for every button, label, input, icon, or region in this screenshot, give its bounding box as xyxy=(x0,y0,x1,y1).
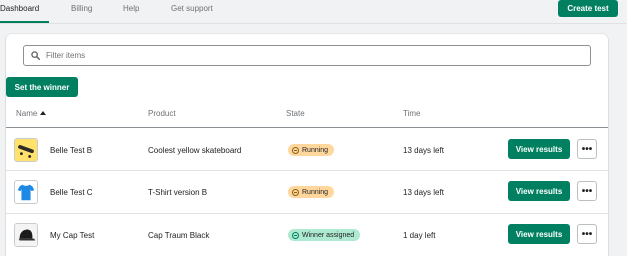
search-icon xyxy=(31,51,40,60)
status-badge: Winner assigned xyxy=(288,229,361,241)
active-tab-indicator xyxy=(0,21,49,23)
status-label: Winner assigned xyxy=(302,231,355,239)
create-test-button[interactable]: Create test xyxy=(558,0,618,17)
column-header-name[interactable]: Name xyxy=(16,109,47,118)
running-status-icon xyxy=(292,188,299,196)
set-winner-button[interactable]: Set the winner xyxy=(6,77,78,97)
top-nav: Dashboard Billing Help Get support Creat… xyxy=(0,0,627,24)
running-status-icon xyxy=(292,146,299,154)
time-left: 13 days left xyxy=(403,188,444,197)
time-left: 13 days left xyxy=(403,146,444,155)
tab-dashboard[interactable]: Dashboard xyxy=(0,4,39,13)
header-divider xyxy=(6,127,608,128)
test-name: My Cap Test xyxy=(50,231,95,240)
status-badge: Running xyxy=(288,186,335,198)
status-badge: Running xyxy=(288,144,335,156)
view-results-button[interactable]: View results xyxy=(508,181,570,201)
more-icon: ••• xyxy=(581,228,593,240)
tab-help[interactable]: Help xyxy=(123,4,139,13)
product-name: Coolest yellow skateboard xyxy=(148,146,242,155)
column-header-state: State xyxy=(286,109,305,118)
sort-ascending-icon xyxy=(40,111,47,115)
status-label: Running xyxy=(302,188,329,196)
cap-icon xyxy=(14,223,38,247)
tshirt-icon xyxy=(14,180,38,204)
column-header-product: Product xyxy=(148,109,176,118)
more-actions-button[interactable]: ••• xyxy=(577,181,597,201)
more-actions-button[interactable]: ••• xyxy=(577,224,597,244)
tab-billing[interactable]: Billing xyxy=(71,4,92,13)
test-name: Belle Test B xyxy=(50,146,93,155)
test-name: Belle Test C xyxy=(50,188,93,197)
filter-input[interactable] xyxy=(46,51,546,60)
product-name: Cap Traum Black xyxy=(148,231,210,240)
product-name: T-Shirt version B xyxy=(148,188,208,197)
row-divider xyxy=(6,213,608,214)
filter-field[interactable] xyxy=(23,45,591,66)
view-results-button[interactable]: View results xyxy=(508,224,570,244)
more-icon: ••• xyxy=(581,143,593,155)
row-divider xyxy=(6,170,608,171)
column-header-time: Time xyxy=(403,109,421,118)
time-left: 1 day left xyxy=(403,231,436,240)
winner-status-icon xyxy=(292,231,299,239)
view-results-button[interactable]: View results xyxy=(508,139,570,159)
status-label: Running xyxy=(302,146,329,154)
column-header-name-label: Name xyxy=(16,109,38,118)
more-icon: ••• xyxy=(581,185,593,197)
more-actions-button[interactable]: ••• xyxy=(577,139,597,159)
skateboard-icon xyxy=(14,138,38,162)
tab-get-support[interactable]: Get support xyxy=(171,4,213,13)
